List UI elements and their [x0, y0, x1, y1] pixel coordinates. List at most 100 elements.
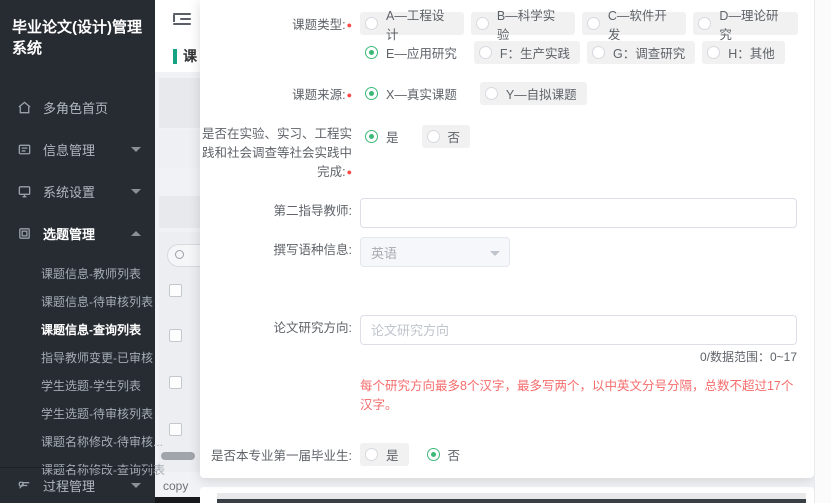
- form-row-language: 撰写语种信息: 英语: [200, 237, 805, 267]
- radio-icon: [365, 448, 378, 461]
- radio-first-grad-yes[interactable]: 是: [360, 443, 409, 466]
- settings-icon: [16, 183, 32, 199]
- radio-label: E—应用研究: [386, 43, 457, 62]
- radio-topic-type-b[interactable]: B—科学实验: [471, 12, 575, 35]
- radio-source-real-selected[interactable]: X—真实课题: [360, 82, 467, 105]
- radio-practice-no[interactable]: 否: [422, 125, 471, 148]
- submenu-item-active[interactable]: 课题信息-查询列表: [0, 316, 155, 344]
- field-label: 课题类型:●: [200, 12, 360, 35]
- row-checkbox[interactable]: [169, 329, 182, 342]
- process-icon: [16, 478, 32, 494]
- language-select-value: 英语: [371, 243, 397, 262]
- submenu-item[interactable]: 学生选题-待审核列表: [0, 400, 155, 428]
- radio-label: G：调查研究: [613, 43, 685, 62]
- required-dot: ●: [347, 167, 352, 177]
- sidebar-item-label: 多角色首页: [43, 98, 108, 117]
- row-checkbox[interactable]: [169, 376, 182, 389]
- radio-label: F：生产实践: [500, 43, 570, 62]
- radio-topic-type-a[interactable]: A—工程设计: [360, 12, 464, 35]
- field-label: 是否本专业第一届毕业生:: [200, 443, 360, 466]
- field-label: 论文研究方向:: [200, 315, 360, 338]
- radio-topic-type-h[interactable]: H：其他: [702, 41, 785, 64]
- radio-topic-type-e-selected[interactable]: E—应用研究: [360, 41, 467, 64]
- radio-topic-type-d[interactable]: D—理论研究: [693, 12, 798, 35]
- page-title-text: 课: [183, 46, 197, 66]
- home-icon: [16, 99, 32, 115]
- radio-checked-icon: [365, 87, 378, 100]
- radio-icon: [479, 46, 492, 59]
- collapse-menu-icon[interactable]: [173, 13, 191, 26]
- radio-checked-icon: [365, 130, 378, 143]
- row-checkbox[interactable]: [169, 284, 182, 297]
- radio-label: D—理论研究: [719, 5, 788, 43]
- radio-icon: [592, 46, 605, 59]
- lower-panel: [200, 487, 814, 503]
- chevron-down-icon: [131, 189, 141, 194]
- row-checkbox[interactable]: [169, 423, 182, 436]
- chevron-down-icon: [490, 251, 500, 256]
- char-counter: 0/数据范围：0~17: [360, 348, 797, 365]
- research-direction-input[interactable]: [360, 315, 797, 345]
- radio-label: C—软件开发: [608, 5, 677, 43]
- submenu-item[interactable]: 指导教师变更-已审核: [0, 344, 155, 372]
- sidebar-item-topics[interactable]: 选题管理: [0, 212, 155, 254]
- field-label: 是否在实验、实习、工程实践和社会调查等社会实践中完成:●: [200, 125, 360, 182]
- radio-source-self[interactable]: Y—自拟课题: [480, 82, 587, 105]
- radio-label: B—科学实验: [497, 5, 565, 43]
- sidebar-item-label: 信息管理: [43, 140, 95, 159]
- language-select[interactable]: 英语: [360, 237, 510, 267]
- required-dot: ●: [347, 20, 352, 30]
- vertical-scrollbar[interactable]: [814, 0, 831, 503]
- chevron-down-icon: [131, 147, 141, 152]
- radio-label: 否: [448, 127, 461, 146]
- second-advisor-input[interactable]: [360, 198, 797, 228]
- radio-icon: [427, 130, 440, 143]
- form-row-practice: 是否在实验、实习、工程实践和社会调查等社会实践中完成:● 是 否: [200, 125, 805, 182]
- field-label: 第二指导教师:: [200, 198, 360, 221]
- sidebar-item-process[interactable]: 过程管理: [0, 467, 155, 503]
- radio-practice-yes-selected[interactable]: 是: [360, 125, 409, 148]
- sidebar-item-settings[interactable]: 系统设置: [0, 170, 155, 212]
- radio-icon: [365, 17, 378, 30]
- info-icon: [16, 141, 32, 157]
- copyright-text: copy: [163, 479, 188, 493]
- sidebar-item-info[interactable]: 信息管理: [0, 128, 155, 170]
- form-row-second-advisor: 第二指导教师:: [200, 198, 805, 228]
- radio-topic-type-c[interactable]: C—软件开发: [582, 12, 687, 35]
- required-dot: ●: [347, 90, 352, 100]
- submenu-item[interactable]: 课题名称修改-待审核...: [0, 428, 155, 456]
- sidebar-item-home[interactable]: 多角色首页: [0, 86, 155, 128]
- search-icon: [175, 250, 184, 259]
- radio-topic-type-f[interactable]: F：生产实践: [474, 41, 580, 64]
- radio-label: A—工程设计: [386, 5, 454, 43]
- radio-label: H：其他: [728, 43, 775, 62]
- radio-label: 是: [386, 445, 399, 464]
- screen: 毕业论文(设计)管理系统 多角色首页 信息管理 系统设置 选题: [0, 0, 831, 503]
- submenu-item[interactable]: 课题信息-待审核列表: [0, 288, 155, 316]
- radio-icon: [587, 17, 600, 30]
- radio-topic-type-g[interactable]: G：调查研究: [587, 41, 695, 64]
- chevron-up-icon: [131, 231, 141, 236]
- form-row-topic-type: 课题类型:● A—工程设计 B—科学实验 C—软件开发 D—理论研究 E—应用研…: [200, 12, 805, 70]
- validation-hint: 每个研究方向最多8个汉字，最多写两个，以中英文分号分隔，总数不超过17个汉字。: [360, 375, 805, 413]
- submenu-topics: 课题信息-教师列表 课题信息-待审核列表 课题信息-查询列表 指导教师变更-已审…: [0, 254, 155, 492]
- page-title: 课: [173, 46, 197, 66]
- radio-label: X—真实课题: [386, 84, 457, 103]
- form-row-first-grad: 是否本专业第一届毕业生: 是 否: [200, 443, 805, 472]
- radio-checked-icon: [365, 46, 378, 59]
- submenu-item[interactable]: 课题信息-教师列表: [0, 260, 155, 288]
- topic-icon: [16, 225, 32, 241]
- radio-first-grad-no-selected[interactable]: 否: [422, 443, 471, 466]
- field-label: 课题来源:●: [200, 82, 360, 105]
- submenu-item[interactable]: 学生选题-学生列表: [0, 372, 155, 400]
- radio-label: Y—自拟课题: [506, 84, 577, 103]
- form-row-topic-source: 课题来源:● X—真实课题 Y—自拟课题: [200, 82, 805, 111]
- lower-panel-header-dark: [217, 499, 806, 503]
- field-label: 撰写语种信息:: [200, 237, 360, 260]
- radio-label: 是: [386, 127, 399, 146]
- title-accent-bar: [173, 49, 177, 64]
- horizontal-scrollbar-thumb[interactable]: [161, 452, 195, 460]
- radio-label: 否: [448, 445, 461, 464]
- radio-icon: [485, 87, 498, 100]
- sidebar-item-label: 系统设置: [43, 182, 95, 201]
